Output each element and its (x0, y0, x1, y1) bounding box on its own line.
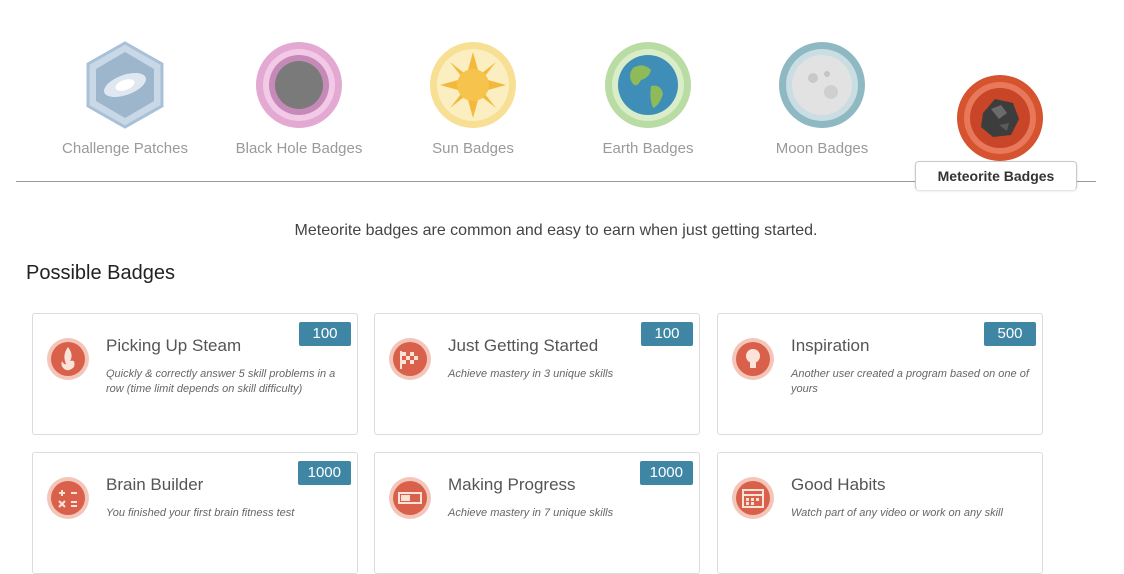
badge-title: Picking Up Steam (106, 336, 242, 355)
category-description: Meteorite badges are common and easy to … (294, 222, 818, 239)
earth-icon (603, 40, 693, 130)
progress-bar-icon (388, 476, 432, 520)
moon-icon (777, 40, 867, 130)
points-badge: 100 (299, 322, 351, 346)
category-meteorite-badges[interactable] (915, 73, 1085, 163)
active-category-tab[interactable]: Meteorite Badges (915, 161, 1077, 190)
badge-description: Achieve mastery in 7 unique skills (448, 507, 614, 519)
badge-card[interactable]: 1000 Brain Builder You finished your fir… (32, 452, 358, 574)
badge-card[interactable]: Good Habits Watch part of any video or w… (717, 452, 1043, 574)
black-hole-icon (254, 40, 344, 130)
category-challenge-patches[interactable]: Challenge Patches (40, 40, 210, 157)
checkered-flag-icon (388, 337, 432, 381)
points-badge: 100 (641, 322, 693, 346)
challenge-patch-icon (80, 40, 170, 130)
calculator-icon (46, 476, 90, 520)
badge-card[interactable]: 100 Just Getting Started Achieve mastery… (374, 313, 700, 435)
badge-card[interactable]: 500 Inspiration Another user created a p… (717, 313, 1043, 435)
badge-description: Quickly & correctly answer 5 skill probl… (106, 368, 336, 395)
badge-title: Making Progress (448, 475, 576, 494)
category-earth-badges[interactable]: Earth Badges (563, 40, 733, 157)
meteorite-icon (955, 73, 1045, 163)
badge-description: Watch part of any video or work on any s… (791, 507, 1003, 519)
points-badge: 500 (984, 322, 1036, 346)
category-label: Sun Badges (432, 140, 514, 157)
lightbulb-icon (731, 337, 775, 381)
badge-card[interactable]: 1000 Making Progress Achieve mastery in … (374, 452, 700, 574)
category-label: Black Hole Badges (235, 140, 363, 157)
category-label: Moon Badges (775, 140, 869, 157)
category-black-hole-badges[interactable]: Black Hole Badges (214, 40, 384, 157)
badge-description: You finished your first brain fitness te… (106, 507, 295, 519)
badge-title: Brain Builder (106, 475, 204, 494)
badge-title: Just Getting Started (448, 336, 599, 355)
badge-title: Inspiration (791, 336, 870, 355)
calendar-icon (731, 476, 775, 520)
category-moon-badges[interactable]: Moon Badges (737, 40, 907, 157)
badge-description: Achieve mastery in 3 unique skills (448, 368, 614, 380)
badge-description: Another user created a program based on … (791, 368, 1029, 395)
badge-card[interactable]: 100 Picking Up Steam Quickly & correctly… (32, 313, 358, 435)
category-label: Challenge Patches (62, 140, 188, 157)
points-badge: 1000 (639, 461, 693, 485)
section-title: Possible Badges (26, 262, 175, 284)
sun-icon (428, 40, 518, 130)
category-sun-badges[interactable]: Sun Badges (388, 40, 558, 157)
points-badge: 1000 (297, 461, 351, 485)
category-label: Earth Badges (602, 140, 694, 157)
badge-title: Good Habits (791, 475, 886, 494)
flame-icon (46, 337, 90, 381)
